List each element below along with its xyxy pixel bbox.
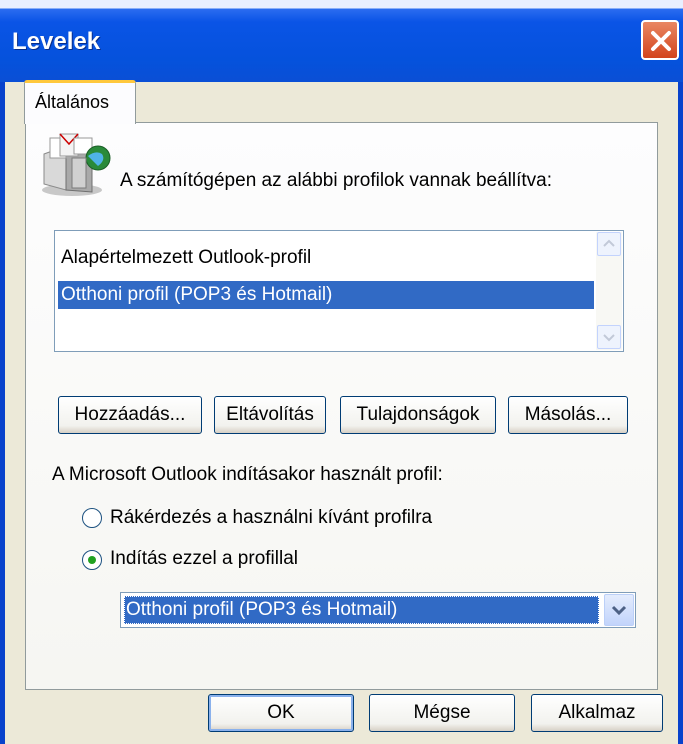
profiles-heading: A számítógépen az alábbi profilok vannak…	[120, 170, 552, 191]
title-bar[interactable]: Levelek	[0, 0, 683, 82]
radio-prompt-profile[interactable]	[82, 508, 102, 528]
tab-label: Általános	[35, 92, 110, 112]
close-icon	[651, 31, 671, 51]
remove-profile-button[interactable]: Eltávolítás	[214, 396, 326, 434]
cancel-button[interactable]: Mégse	[369, 694, 515, 732]
startup-profile-label: A Microsoft Outlook indításakor használt…	[52, 464, 443, 485]
radio-always-profile[interactable]	[82, 550, 102, 570]
tab-altalanos[interactable]: Általános	[24, 80, 136, 124]
startup-profile-value: Otthoni profil (POP3 és Hotmail)	[124, 596, 599, 624]
chevron-up-icon	[603, 239, 615, 247]
list-scrollbar[interactable]	[596, 232, 622, 350]
dropdown-button[interactable]	[604, 594, 634, 626]
window-title: Levelek	[12, 28, 101, 55]
startup-profile-select[interactable]: Otthoni profil (POP3 és Hotmail)	[120, 592, 636, 628]
chevron-down-icon	[611, 605, 627, 616]
scroll-up-button[interactable]	[597, 232, 621, 256]
radio-selected-dot	[88, 556, 96, 564]
profile-list[interactable]: Alapértelmezett Outlook-profil Otthoni p…	[54, 230, 624, 352]
chevron-down-icon	[603, 334, 615, 342]
add-profile-button[interactable]: Hozzáadás...	[58, 396, 202, 434]
profile-properties-button[interactable]: Tulajdonságok	[340, 396, 496, 434]
scroll-down-button[interactable]	[597, 325, 621, 349]
apply-button[interactable]: Alkalmaz	[531, 694, 663, 732]
copy-profile-button[interactable]: Másolás...	[508, 396, 628, 434]
list-item-selected[interactable]: Otthoni profil (POP3 és Hotmail)	[58, 281, 594, 309]
ok-button[interactable]: OK	[208, 694, 354, 732]
mail-profiles-icon	[36, 132, 116, 202]
radio-prompt-label[interactable]: Rákérdezés a használni kívánt profilra	[110, 507, 432, 529]
list-item[interactable]: Alapértelmezett Outlook-profil	[58, 244, 594, 272]
radio-always-label[interactable]: Indítás ezzel a profillal	[110, 548, 298, 570]
close-button[interactable]	[641, 20, 679, 60]
